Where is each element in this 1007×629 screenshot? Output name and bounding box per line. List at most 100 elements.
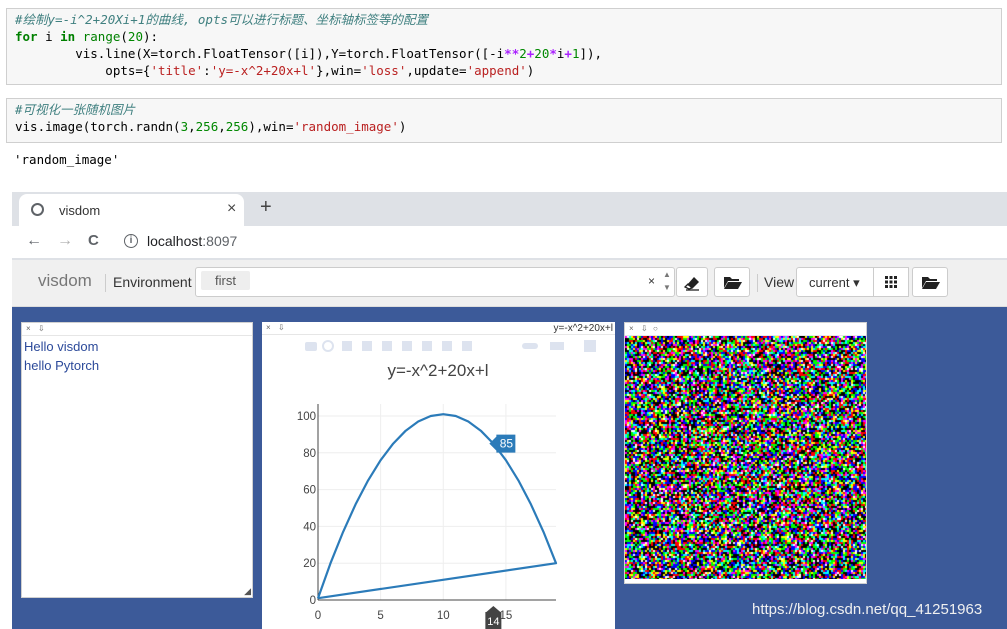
browser-tab[interactable]: visdom × — [19, 194, 244, 226]
code-token: 20 — [127, 29, 143, 44]
code-token: 256 — [195, 119, 219, 134]
y-tick-label: 100 — [297, 411, 316, 423]
grid-icon — [885, 276, 897, 288]
y-tick-label: 20 — [303, 558, 316, 570]
zoom-in-icon[interactable] — [402, 341, 412, 351]
lasso-icon[interactable] — [382, 341, 392, 351]
forward-icon[interactable]: → — [57, 232, 73, 250]
image-pane[interactable]: × ⇩ ○ — [624, 322, 867, 584]
x-tick-label: 15 — [499, 610, 512, 622]
manage-env-button[interactable] — [714, 267, 750, 297]
code-token: ,update= — [406, 63, 467, 78]
manage-views-button[interactable] — [912, 267, 948, 297]
tab-close-icon[interactable]: × — [227, 200, 236, 218]
y-tick-label: 40 — [303, 521, 316, 533]
url-port: :8097 — [202, 233, 238, 249]
code-token: i — [37, 29, 61, 44]
save-icon[interactable]: ⇩ — [278, 323, 285, 332]
line-chart[interactable]: y=-x^2+20x+l 0 20 40 60 80 100 0 5 10 15 85 14 — [262, 334, 615, 629]
code-token: 'random_image' — [293, 119, 399, 134]
eraser-icon — [683, 277, 699, 291]
tab-title: visdom — [59, 203, 101, 218]
x-tick-label: 10 — [437, 610, 450, 622]
code-token: ),win= — [248, 119, 294, 134]
reset-icon[interactable]: ○ — [653, 324, 658, 333]
code-token: ( — [120, 29, 128, 44]
view-select-value: current ▾ — [809, 275, 860, 290]
new-tab-button[interactable]: + — [260, 196, 272, 219]
pan-icon[interactable] — [342, 341, 352, 351]
close-icon[interactable]: × — [629, 324, 634, 333]
autoscale-icon[interactable] — [442, 341, 452, 351]
series-line — [316, 413, 558, 600]
cell-output: 'random_image' — [14, 152, 120, 167]
back-icon[interactable]: ← — [26, 232, 42, 250]
code-token: , — [188, 119, 196, 134]
environment-clear-icon[interactable]: × — [648, 274, 655, 288]
code-line: for i in range(20): — [15, 28, 993, 45]
environment-tag[interactable]: first — [201, 271, 250, 290]
reset-axes-icon[interactable] — [462, 341, 472, 351]
y-tick-label: 0 — [310, 595, 316, 607]
plot-pane[interactable]: × ⇩ y=-x^2+20x+l y=-x^2+20x+l 0 20 40 60… — [262, 322, 615, 629]
code-cell-image[interactable]: #可视化一张随机图片 vis.image(torch.randn(3,256,25… — [6, 98, 1002, 143]
box-select-icon[interactable] — [362, 341, 372, 351]
save-icon[interactable]: ⇩ — [38, 324, 45, 333]
divider — [105, 274, 106, 292]
code-token: 'title' — [150, 63, 204, 78]
pane-bar: × ⇩ ○ — [625, 323, 866, 336]
site-info-icon[interactable]: i — [124, 234, 138, 248]
code-token: + — [564, 46, 572, 61]
save-icon[interactable]: ⇩ — [641, 324, 648, 333]
code-token: 'append' — [466, 63, 527, 78]
code-token: for — [15, 29, 38, 44]
code-token: in — [60, 29, 76, 44]
code-token: },win= — [316, 63, 362, 78]
code-token: 'y=-x^2+20x+l' — [210, 63, 317, 78]
code-token: ** — [504, 46, 520, 61]
plotly-logo-icon[interactable] — [584, 340, 596, 352]
code-token: 'loss' — [361, 63, 407, 78]
visdom-page: visdom Environment first × ▲ ▼ View curr… — [12, 260, 1007, 629]
environment-label: Environment — [113, 274, 192, 290]
code-token: * — [549, 46, 557, 61]
zoom-out-icon[interactable] — [422, 341, 432, 351]
url-field[interactable]: localhost:8097 — [147, 233, 237, 249]
modebar[interactable] — [305, 340, 596, 352]
code-token: #绘制y=-i^2+20Xi+1的曲线, opts可以进行标题、坐标轴标签等的配… — [15, 12, 429, 27]
environment-select[interactable]: first — [195, 267, 675, 297]
environment-arrows-icon[interactable]: ▲ ▼ — [663, 268, 671, 294]
code-cell-line-plot[interactable]: #绘制y=-i^2+20Xi+1的曲线, opts可以进行标题、坐标轴标签等的配… — [6, 8, 1002, 85]
x-tick-label: 5 — [377, 610, 383, 622]
pane-title: y=-x^2+20x+l — [553, 323, 613, 334]
repack-button[interactable] — [873, 267, 909, 297]
code-token: 256 — [225, 119, 249, 134]
resize-handle-icon[interactable]: ◢ — [244, 586, 251, 597]
y-tick-label: 80 — [303, 448, 316, 460]
text-line: Hello visdom — [24, 339, 99, 354]
zoom-icon[interactable] — [322, 340, 334, 352]
code-token: range — [82, 29, 121, 44]
code-token: : — [203, 63, 211, 78]
random-image — [625, 336, 866, 579]
hover-compare-icon[interactable] — [550, 342, 564, 350]
hover-x-label: 14 — [487, 616, 499, 628]
code-token: 20 — [534, 46, 550, 61]
visdom-brand: visdom — [38, 271, 92, 290]
code-token: vis.line(X=torch.FloatTensor([i]),Y=torc… — [15, 46, 505, 61]
watermark: https://blog.csdn.net/qq_41251963 — [752, 601, 983, 618]
text-pane[interactable]: × ⇩ Hello visdom hello Pytorch ◢ — [21, 322, 253, 598]
camera-icon[interactable] — [305, 342, 317, 351]
code-token: #可视化一张随机图片 — [15, 102, 136, 117]
visdom-toolbar: visdom Environment first × ▲ ▼ View curr… — [12, 260, 1007, 307]
view-select[interactable]: current ▾ — [796, 267, 874, 297]
close-icon[interactable]: × — [26, 324, 31, 333]
clear-env-button[interactable] — [676, 267, 708, 297]
code-token: ): — [142, 29, 159, 44]
code-line: vis.line(X=torch.FloatTensor([i]),Y=torc… — [15, 45, 993, 62]
globe-icon — [31, 203, 44, 216]
close-icon[interactable]: × — [266, 323, 271, 332]
reload-icon[interactable]: C — [88, 232, 99, 249]
hover-closest-icon[interactable] — [522, 343, 538, 349]
